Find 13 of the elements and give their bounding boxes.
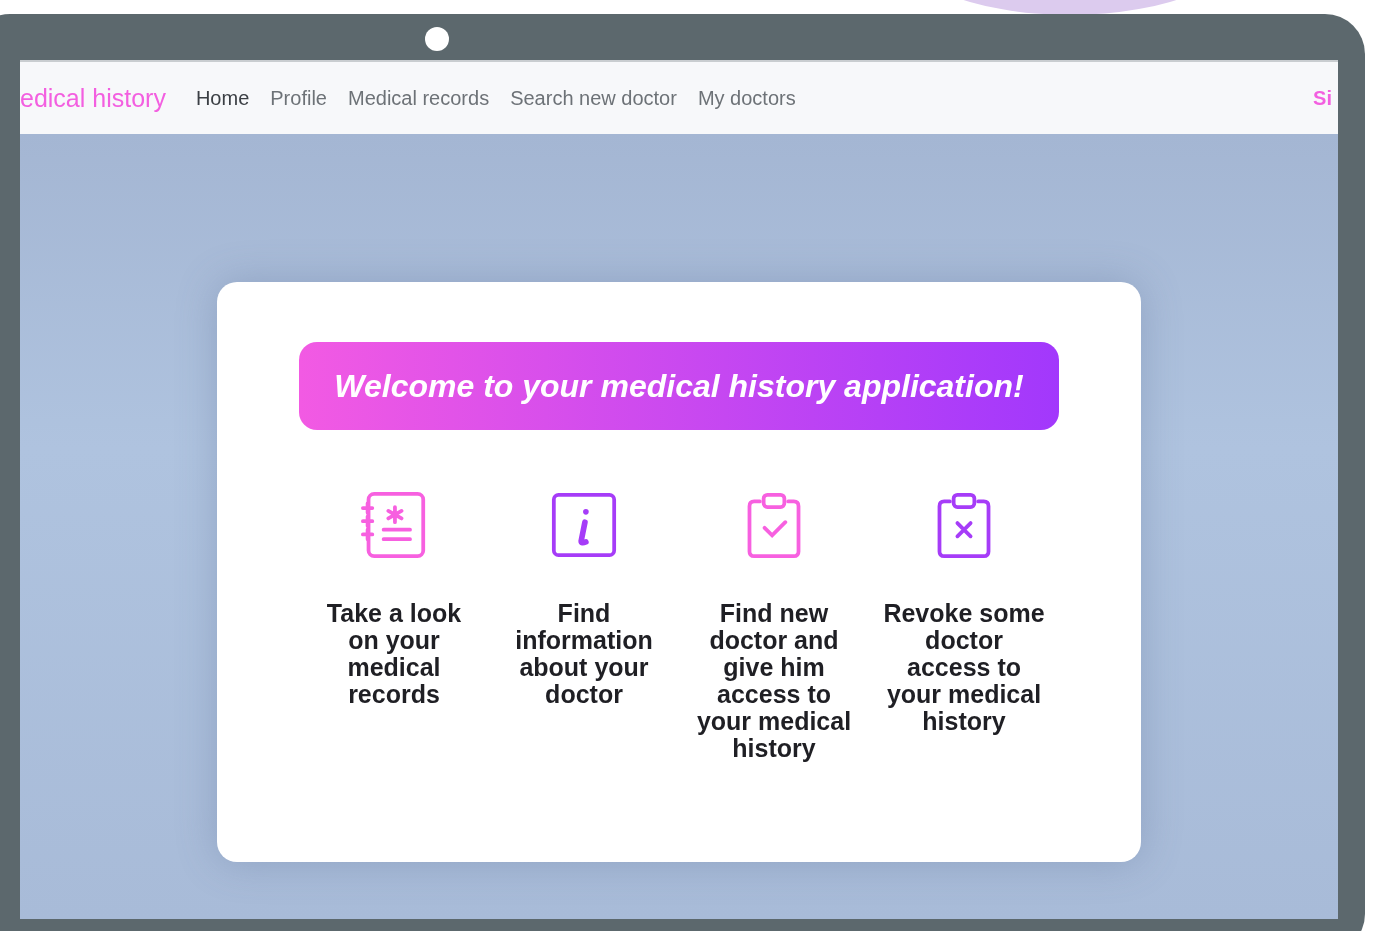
nav-link[interactable]: Home (195, 86, 250, 110)
nav-link[interactable]: Medical records (347, 86, 490, 110)
welcome-banner: Welcome to your medical history application! (299, 342, 1059, 430)
feature-label: Take a look on your medical records (325, 600, 463, 708)
camera-dot (425, 27, 449, 51)
sign-link[interactable]: Si (1313, 86, 1332, 110)
brand-link[interactable]: edical history (20, 83, 166, 113)
feature-label: Find new doctor and give him access to your medical history (695, 600, 853, 762)
nav-link[interactable]: Search new doctor (510, 86, 677, 110)
feature-label: Find information about your doctor (514, 600, 654, 708)
nav-link[interactable]: Profile (270, 86, 327, 110)
feature-label: Revoke some doctor access to your medical history (882, 600, 1046, 735)
nav-link[interactable]: My doctors (697, 86, 796, 110)
